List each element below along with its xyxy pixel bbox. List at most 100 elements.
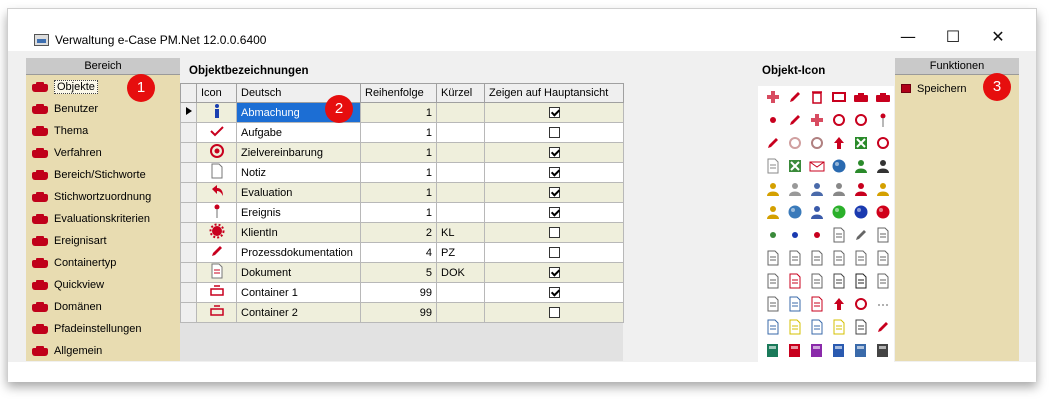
cell-kuerzel[interactable]: KL xyxy=(436,222,485,243)
palette-object-icon[interactable] xyxy=(853,296,869,312)
cell-deutsch[interactable]: Evaluation xyxy=(236,182,361,203)
cell-deutsch[interactable]: Prozessdokumentation xyxy=(236,242,361,263)
palette-object-icon[interactable] xyxy=(787,227,803,243)
palette-object-icon[interactable] xyxy=(765,204,781,220)
row-icon-cell[interactable] xyxy=(196,162,237,183)
row-icon-cell[interactable] xyxy=(196,302,237,323)
cell-reihenfolge[interactable]: 1 xyxy=(360,102,437,123)
table-row[interactable]: KlientIn 2 KL xyxy=(180,222,624,243)
row-icon-cell[interactable] xyxy=(196,262,237,283)
close-button[interactable]: ✕ xyxy=(978,23,1018,51)
palette-object-icon[interactable] xyxy=(831,250,847,266)
save-button[interactable]: Speichern xyxy=(901,82,967,96)
palette-object-icon[interactable] xyxy=(809,319,825,335)
minimize-button[interactable]: — xyxy=(888,23,928,51)
maximize-button[interactable]: ☐ xyxy=(933,23,973,51)
palette-object-icon[interactable] xyxy=(765,273,781,289)
palette-object-icon[interactable] xyxy=(765,296,781,312)
table-row[interactable]: Evaluation 1 xyxy=(180,182,624,203)
show-on-main-view-checkbox[interactable] xyxy=(548,127,560,139)
row-header[interactable] xyxy=(180,122,197,143)
show-on-main-view-checkbox[interactable] xyxy=(548,147,560,159)
palette-object-icon[interactable] xyxy=(809,135,825,151)
table-row[interactable]: Ereignis 1 xyxy=(180,202,624,223)
palette-object-icon[interactable] xyxy=(765,250,781,266)
palette-object-icon[interactable] xyxy=(765,342,781,358)
palette-object-icon[interactable] xyxy=(831,273,847,289)
cell-zeigen[interactable] xyxy=(484,222,624,243)
palette-object-icon[interactable] xyxy=(875,89,891,105)
cell-reihenfolge[interactable]: 1 xyxy=(360,202,437,223)
palette-object-icon[interactable] xyxy=(765,89,781,105)
palette-object-icon[interactable] xyxy=(831,135,847,151)
row-header[interactable] xyxy=(180,102,197,123)
row-header[interactable] xyxy=(180,302,197,323)
cell-deutsch[interactable]: Ereignis xyxy=(236,202,361,223)
palette-object-icon[interactable] xyxy=(853,250,869,266)
area-item[interactable]: Benutzer xyxy=(26,98,180,120)
row-icon-cell[interactable] xyxy=(196,182,237,203)
cell-kuerzel[interactable]: PZ xyxy=(436,242,485,263)
table-row[interactable]: Zielvereinbarung 1 xyxy=(180,142,624,163)
palette-object-icon[interactable] xyxy=(875,273,891,289)
palette-object-icon[interactable] xyxy=(787,296,803,312)
palette-object-icon[interactable] xyxy=(853,135,869,151)
table-row[interactable]: Container 1 99 xyxy=(180,282,624,303)
cell-kuerzel[interactable] xyxy=(436,202,485,223)
table-row[interactable]: Abmachung 1 xyxy=(180,102,624,123)
palette-object-icon[interactable] xyxy=(853,89,869,105)
table-row[interactable]: Container 2 99 xyxy=(180,302,624,323)
column-header-icon[interactable]: Icon xyxy=(196,83,237,103)
palette-object-icon[interactable] xyxy=(875,342,891,358)
palette-object-icon[interactable] xyxy=(875,319,891,335)
cell-deutsch[interactable]: Zielvereinbarung xyxy=(236,142,361,163)
palette-object-icon[interactable] xyxy=(809,204,825,220)
cell-zeigen[interactable] xyxy=(484,122,624,143)
cell-reihenfolge[interactable]: 1 xyxy=(360,122,437,143)
area-item[interactable]: Objekte xyxy=(26,76,180,98)
palette-object-icon[interactable] xyxy=(787,181,803,197)
area-item[interactable]: Verfahren xyxy=(26,142,180,164)
row-header[interactable] xyxy=(180,262,197,283)
palette-object-icon[interactable] xyxy=(853,342,869,358)
palette-object-icon[interactable] xyxy=(875,227,891,243)
palette-object-icon[interactable] xyxy=(831,227,847,243)
palette-object-icon[interactable] xyxy=(853,158,869,174)
palette-object-icon[interactable] xyxy=(787,112,803,128)
palette-object-icon[interactable] xyxy=(809,227,825,243)
palette-object-icon[interactable] xyxy=(831,204,847,220)
table-row[interactable]: Aufgabe 1 xyxy=(180,122,624,143)
row-header[interactable] xyxy=(180,182,197,203)
table-row[interactable]: Prozessdokumentation 4 PZ xyxy=(180,242,624,263)
palette-object-icon[interactable] xyxy=(787,204,803,220)
row-icon-cell[interactable] xyxy=(196,282,237,303)
palette-object-icon[interactable] xyxy=(809,112,825,128)
cell-kuerzel[interactable] xyxy=(436,282,485,303)
palette-object-icon[interactable] xyxy=(875,296,891,312)
palette-object-icon[interactable] xyxy=(787,89,803,105)
cell-zeigen[interactable] xyxy=(484,182,624,203)
cell-deutsch[interactable]: KlientIn xyxy=(236,222,361,243)
cell-zeigen[interactable] xyxy=(484,282,624,303)
row-icon-cell[interactable] xyxy=(196,102,237,123)
palette-object-icon[interactable] xyxy=(853,227,869,243)
row-header[interactable] xyxy=(180,222,197,243)
palette-object-icon[interactable] xyxy=(875,204,891,220)
column-header-zeigen[interactable]: Zeigen auf Hauptansicht xyxy=(484,83,624,103)
column-header-reihenfolge[interactable]: Reihenfolge xyxy=(360,83,437,103)
show-on-main-view-checkbox[interactable] xyxy=(548,287,560,299)
palette-object-icon[interactable] xyxy=(787,158,803,174)
palette-object-icon[interactable] xyxy=(787,319,803,335)
area-item[interactable]: Containertyp xyxy=(26,252,180,274)
row-icon-cell[interactable] xyxy=(196,142,237,163)
palette-object-icon[interactable] xyxy=(765,227,781,243)
cell-zeigen[interactable] xyxy=(484,202,624,223)
cell-reihenfolge[interactable]: 99 xyxy=(360,282,437,303)
cell-kuerzel[interactable] xyxy=(436,162,485,183)
palette-object-icon[interactable] xyxy=(875,135,891,151)
palette-object-icon[interactable] xyxy=(831,181,847,197)
cell-zeigen[interactable] xyxy=(484,302,624,323)
row-header[interactable] xyxy=(180,202,197,223)
palette-object-icon[interactable] xyxy=(809,250,825,266)
area-item[interactable]: Domänen xyxy=(26,296,180,318)
